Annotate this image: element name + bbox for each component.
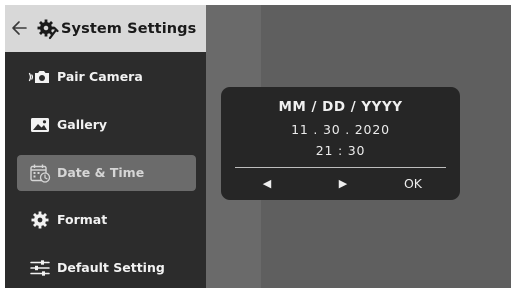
menu-item-label: Gallery (57, 117, 108, 132)
back-arrow-icon[interactable] (11, 19, 27, 37)
date-time-dialog: MM / DD / YYYY 11 . 30 . 2020 21 : 30 ◀ … (221, 87, 460, 200)
menu-item-default-setting[interactable]: Default Setting (5, 250, 206, 286)
sidebar-header: System Settings (5, 5, 206, 52)
menu-item-gallery[interactable]: Gallery (5, 107, 206, 143)
menu-item-label: Default Setting (57, 260, 165, 275)
date-value[interactable]: 11 . 30 . 2020 (221, 122, 460, 137)
left-arrow-button[interactable]: ◀ (255, 173, 279, 195)
divider (235, 167, 446, 168)
sidebar: System Settings Pair Camera Gallery Date… (5, 5, 206, 288)
format-gear-icon (31, 211, 49, 229)
pair-camera-icon (28, 71, 49, 83)
menu-item-label: Date & Time (57, 165, 145, 180)
gear-wrench-icon (37, 19, 59, 40)
right-arrow-button[interactable]: ▶ (331, 173, 355, 195)
time-value[interactable]: 21 : 30 (221, 143, 460, 158)
screen: System Settings Pair Camera Gallery Date… (5, 5, 511, 288)
gallery-icon (31, 118, 49, 132)
menu-item-format[interactable]: Format (5, 202, 206, 238)
menu-item-date-time[interactable]: Date & Time (17, 155, 196, 191)
sliders-icon (30, 260, 50, 276)
ok-button[interactable]: OK (396, 173, 430, 195)
menu-item-label: Pair Camera (57, 69, 143, 84)
menu-item-pair-camera[interactable]: Pair Camera (5, 59, 206, 95)
menu-item-label: Format (57, 212, 108, 227)
page-title: System Settings (61, 21, 197, 37)
date-format-label[interactable]: MM / DD / YYYY (221, 99, 460, 115)
calendar-clock-icon (30, 164, 51, 183)
